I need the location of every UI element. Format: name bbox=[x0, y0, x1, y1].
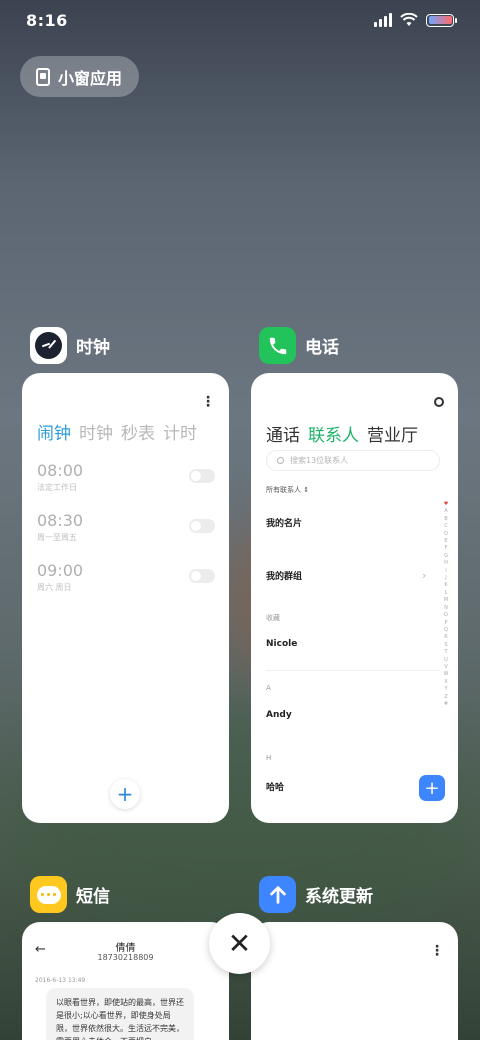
index-letter[interactable]: C bbox=[444, 523, 448, 530]
alarm-toggle[interactable] bbox=[189, 569, 215, 583]
contact-search-input[interactable]: 搜索13位联系人 bbox=[266, 450, 440, 471]
index-letter[interactable]: P bbox=[444, 620, 447, 627]
small-window-icon bbox=[36, 67, 50, 86]
index-letter[interactable]: N bbox=[444, 605, 448, 612]
index-letter[interactable]: B bbox=[444, 516, 447, 523]
index-letter[interactable]: O bbox=[444, 612, 448, 619]
index-letter[interactable]: I bbox=[445, 568, 446, 575]
tab-contacts[interactable]: 联系人 bbox=[308, 421, 359, 446]
index-letter[interactable]: Q bbox=[444, 627, 448, 634]
alarm-item[interactable]: 09:00 周六 周日 bbox=[37, 561, 215, 593]
section-header: H bbox=[266, 754, 272, 762]
tab-calls[interactable]: 通话 bbox=[266, 421, 300, 446]
alphabet-index[interactable]: ♥ A B C D E F G H I J K L M N O P Q R S T U V W X Y Z # bbox=[443, 501, 449, 708]
small-window-button[interactable]: 小窗应用 bbox=[20, 56, 139, 97]
battery-icon bbox=[426, 13, 457, 27]
sms-app-icon bbox=[30, 876, 67, 913]
wifi-icon bbox=[400, 13, 418, 26]
index-letter[interactable]: T bbox=[444, 649, 447, 656]
chevron-right-icon: › bbox=[422, 569, 427, 582]
sms-contact-number: 18730218809 bbox=[97, 953, 154, 962]
sms-contact-name: 倩倩 bbox=[115, 943, 136, 954]
add-alarm-button[interactable]: + bbox=[110, 779, 140, 809]
sort-icon: ⇕ bbox=[303, 486, 310, 494]
clock-tabs: 闹钟 时钟 秒表 计时 bbox=[37, 419, 197, 444]
status-time: 8:16 bbox=[26, 11, 68, 30]
index-letter[interactable]: M bbox=[444, 597, 448, 604]
system-update-card[interactable]: ⋮ bbox=[251, 922, 458, 1040]
alarm-desc: 法定工作日 bbox=[37, 483, 77, 492]
index-letter[interactable]: A bbox=[444, 508, 447, 515]
phone-tabs: 通话 联系人 营业厅 bbox=[266, 421, 418, 446]
small-window-label: 小窗应用 bbox=[58, 68, 123, 88]
sms-app-card[interactable]: ← 倩倩 18730218809 2016-6-13 13:49 以眼看世界，即… bbox=[22, 922, 229, 1040]
index-letter[interactable]: E bbox=[444, 538, 447, 545]
add-contact-button[interactable]: + bbox=[419, 775, 445, 801]
contacts-filter[interactable]: 所有联系人 ⇕ bbox=[266, 485, 309, 495]
index-letter[interactable]: V bbox=[444, 664, 447, 671]
my-groups-item[interactable]: 我的群组 bbox=[266, 569, 302, 582]
tab-clock[interactable]: 时钟 bbox=[79, 419, 113, 444]
tab-stopwatch[interactable]: 秒表 bbox=[121, 419, 155, 444]
contact-item[interactable]: Andy bbox=[266, 710, 292, 720]
clock-app-card[interactable]: ⋮ 闹钟 时钟 秒表 计时 08:00 法定工作日 08:30 周一至周五 09… bbox=[22, 373, 229, 823]
alarm-desc: 周一至周五 bbox=[37, 533, 77, 542]
favorites-header: 收藏 bbox=[266, 614, 280, 622]
alarm-desc: 周六 周日 bbox=[37, 583, 72, 592]
index-letter[interactable]: U bbox=[444, 657, 448, 664]
app-header-update[interactable]: 系统更新 bbox=[259, 876, 373, 913]
index-letter[interactable]: G bbox=[444, 553, 448, 560]
index-letter[interactable]: S bbox=[444, 642, 447, 649]
tab-alarm[interactable]: 闹钟 bbox=[37, 419, 71, 444]
section-header: A bbox=[266, 684, 271, 692]
alarm-item[interactable]: 08:00 法定工作日 bbox=[37, 461, 215, 493]
sms-message-bubble: 以眼看世界，即使站的最高，世界还是很小;以心看世界，即使身处局限，世界依然很大。… bbox=[46, 988, 194, 1040]
index-letter[interactable]: W bbox=[444, 671, 449, 678]
index-letter[interactable]: J bbox=[445, 575, 446, 582]
app-name-sms: 短信 bbox=[76, 887, 110, 907]
app-header-clock[interactable]: 时钟 bbox=[30, 327, 110, 364]
index-letter[interactable]: R bbox=[444, 634, 447, 641]
index-letter[interactable]: K bbox=[444, 582, 447, 589]
tab-timer[interactable]: 计时 bbox=[163, 419, 197, 444]
index-letter[interactable]: D bbox=[444, 531, 448, 538]
alarm-toggle[interactable] bbox=[189, 469, 215, 483]
index-letter[interactable]: Z bbox=[444, 694, 447, 701]
contact-item[interactable]: 哈哈 bbox=[266, 780, 284, 793]
alarm-toggle[interactable] bbox=[189, 519, 215, 533]
tab-service-hall[interactable]: 营业厅 bbox=[367, 421, 418, 446]
app-header-sms[interactable]: 短信 bbox=[30, 876, 110, 913]
more-menu-icon[interactable]: ⋮ bbox=[430, 944, 444, 958]
search-placeholder: 搜索13位联系人 bbox=[290, 456, 349, 465]
signal-icon bbox=[374, 13, 392, 27]
system-update-icon bbox=[259, 876, 296, 913]
app-name-clock: 时钟 bbox=[76, 338, 110, 358]
index-letter[interactable]: F bbox=[445, 545, 448, 552]
index-letter[interactable]: Y bbox=[444, 686, 447, 693]
divider bbox=[266, 670, 440, 671]
alarm-item[interactable]: 08:30 周一至周五 bbox=[37, 511, 215, 543]
status-bar: 8:16 bbox=[0, 0, 480, 42]
sms-date: 2016-6-13 13:49 bbox=[35, 977, 86, 984]
phone-app-icon bbox=[259, 327, 296, 364]
more-menu-icon[interactable]: ⋮ bbox=[201, 395, 215, 409]
search-icon bbox=[277, 457, 284, 464]
app-name-update: 系统更新 bbox=[305, 887, 373, 907]
contact-item[interactable]: Nicole bbox=[266, 639, 297, 649]
my-card-item[interactable]: 我的名片 bbox=[266, 516, 302, 529]
index-letter[interactable]: ♥ bbox=[444, 501, 448, 508]
app-header-phone[interactable]: 电话 bbox=[259, 327, 339, 364]
phone-app-card[interactable]: 通话 联系人 营业厅 搜索13位联系人 所有联系人 ⇕ 我的名片 我的群组 › … bbox=[251, 373, 458, 823]
index-letter[interactable]: H bbox=[444, 560, 448, 567]
index-letter[interactable]: X bbox=[444, 679, 447, 686]
index-letter[interactable]: L bbox=[445, 590, 448, 597]
filter-label: 所有联系人 bbox=[266, 486, 301, 494]
app-name-phone: 电话 bbox=[305, 338, 339, 358]
settings-gear-icon[interactable] bbox=[434, 397, 444, 407]
index-letter[interactable]: # bbox=[444, 701, 448, 708]
clock-app-icon bbox=[30, 327, 67, 364]
close-all-button[interactable]: ✕ bbox=[209, 913, 270, 974]
